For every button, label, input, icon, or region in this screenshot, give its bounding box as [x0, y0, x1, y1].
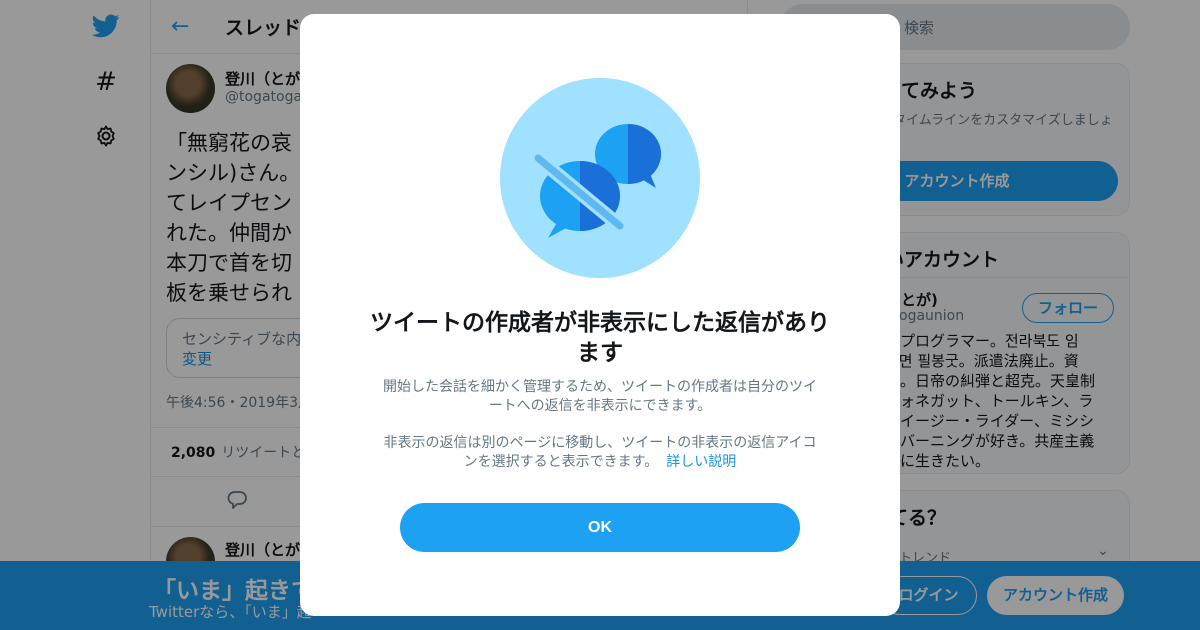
learn-more-link[interactable]: 詳しい説明 [666, 454, 736, 470]
dialog-title: ツイートの作成者が非表示にした返信があります [370, 310, 830, 366]
dialog-description-2: 非表示の返信は別のページに移動し、ツイートの非表示の返信アイコンを選択すると表示… [380, 434, 820, 472]
hidden-replies-dialog: ツイートの作成者が非表示にした返信があります 開始した会話を細かく管理するため、… [300, 14, 900, 616]
dialog-description-1: 開始した会話を細かく管理するため、ツイートの作成者は自分のツイートへの返信を非表… [383, 379, 817, 414]
hidden-replies-icon [500, 78, 700, 278]
ok-button[interactable]: OK [400, 503, 800, 552]
dialog-description-2-text: 非表示の返信は別のページに移動し、ツイートの非表示の返信アイコンを選択すると表示… [383, 435, 817, 470]
